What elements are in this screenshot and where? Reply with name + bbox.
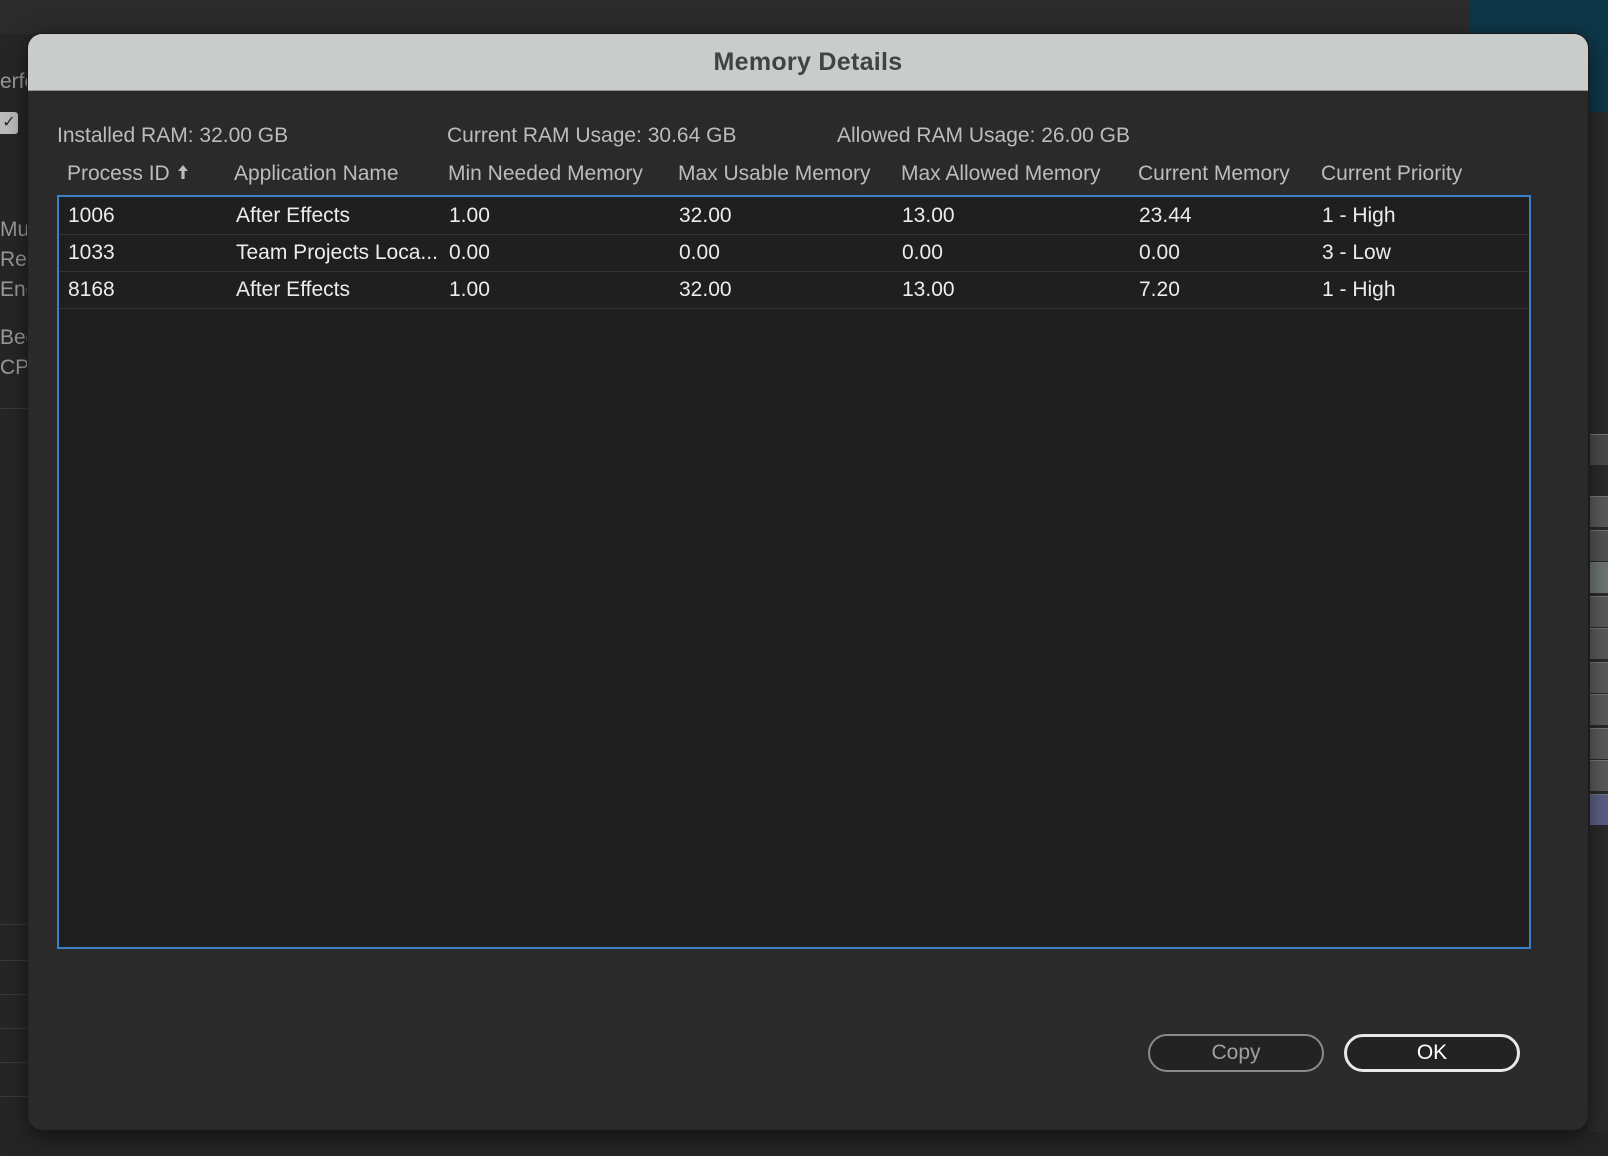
column-header-label: Max Usable Memory bbox=[678, 162, 871, 185]
column-header-min-needed-memory[interactable]: Min Needed Memory bbox=[448, 162, 643, 186]
cell-max-allowed-memory: 13.00 bbox=[902, 278, 955, 301]
cell-current-priority: 1 - High bbox=[1322, 204, 1396, 227]
table-row[interactable]: 1033 Team Projects Loca... 0.00 0.00 0.0… bbox=[59, 234, 1529, 272]
cell-process-id: 8168 bbox=[68, 278, 115, 301]
background-label-fragment: Mul bbox=[0, 218, 30, 241]
cell-process-id: 1006 bbox=[68, 204, 115, 227]
background-label-fragment: Ren bbox=[0, 248, 30, 271]
cell-max-usable-memory: 32.00 bbox=[679, 278, 732, 301]
table-row[interactable]: 8168 After Effects 1.00 32.00 13.00 7.20… bbox=[59, 271, 1529, 309]
column-header-label: Min Needed Memory bbox=[448, 162, 643, 185]
background-bottom-bar bbox=[0, 1132, 1608, 1156]
background-strip bbox=[1590, 794, 1608, 825]
dialog-title-bar[interactable]: Memory Details bbox=[28, 34, 1588, 91]
background-label-fragment: Enc bbox=[0, 278, 30, 301]
cell-process-id: 1033 bbox=[68, 241, 115, 264]
column-header-label: Max Allowed Memory bbox=[901, 162, 1101, 185]
background-strip bbox=[1590, 694, 1608, 725]
background-strip bbox=[1590, 628, 1608, 659]
cell-max-usable-memory: 32.00 bbox=[679, 204, 732, 227]
cell-current-memory: 23.44 bbox=[1139, 204, 1192, 227]
memory-details-dialog: Memory Details Installed RAM: 32.00 GB C… bbox=[28, 34, 1588, 1130]
current-ram-usage-label: Current RAM Usage: 30.64 GB bbox=[447, 124, 737, 147]
cell-application-name: After Effects bbox=[236, 278, 350, 301]
cell-min-needed-memory: 0.00 bbox=[449, 241, 490, 264]
cell-application-name: After Effects bbox=[236, 204, 350, 227]
background-top-bar bbox=[0, 0, 1608, 34]
column-header-current-priority[interactable]: Current Priority bbox=[1321, 162, 1462, 186]
background-strip bbox=[1590, 562, 1608, 593]
cell-min-needed-memory: 1.00 bbox=[449, 204, 490, 227]
cell-max-allowed-memory: 0.00 bbox=[902, 241, 943, 264]
column-header-label: Process ID bbox=[67, 162, 170, 185]
cell-max-allowed-memory: 13.00 bbox=[902, 204, 955, 227]
background-strip bbox=[1590, 596, 1608, 627]
ok-button[interactable]: OK bbox=[1344, 1034, 1520, 1072]
background-strip bbox=[1590, 728, 1608, 759]
background-label-fragment: Bec bbox=[0, 326, 30, 349]
table-row[interactable]: 1006 After Effects 1.00 32.00 13.00 23.4… bbox=[59, 197, 1529, 235]
checkmark-icon: ✓ bbox=[0, 112, 18, 134]
column-header-process-id[interactable]: Process ID bbox=[67, 162, 190, 186]
column-header-label: Current Memory bbox=[1138, 162, 1290, 185]
background-strip bbox=[1590, 496, 1608, 527]
column-header-max-allowed-memory[interactable]: Max Allowed Memory bbox=[901, 162, 1101, 186]
column-header-current-memory[interactable]: Current Memory bbox=[1138, 162, 1290, 186]
allowed-ram-usage-label: Allowed RAM Usage: 26.00 GB bbox=[837, 124, 1130, 147]
cell-max-usable-memory: 0.00 bbox=[679, 241, 720, 264]
column-header-application-name[interactable]: Application Name bbox=[234, 162, 399, 186]
background-strip bbox=[1590, 662, 1608, 693]
background-strip bbox=[1590, 530, 1608, 561]
cell-application-name: Team Projects Loca... bbox=[236, 241, 438, 264]
background-strip bbox=[1590, 434, 1608, 465]
copy-button[interactable]: Copy bbox=[1148, 1034, 1324, 1072]
cell-current-priority: 3 - Low bbox=[1322, 241, 1391, 264]
installed-ram-label: Installed RAM: 32.00 GB bbox=[57, 124, 289, 147]
dialog-title: Memory Details bbox=[713, 47, 903, 76]
column-header-label: Application Name bbox=[234, 162, 399, 185]
cell-current-memory: 0.00 bbox=[1139, 241, 1180, 264]
background-label-fragment: erfo bbox=[0, 70, 30, 93]
cell-min-needed-memory: 1.00 bbox=[449, 278, 490, 301]
sort-ascending-icon bbox=[176, 165, 190, 183]
background-label-fragment: CPU bbox=[0, 356, 30, 379]
background-strip bbox=[1590, 760, 1608, 791]
cell-current-memory: 7.20 bbox=[1139, 278, 1180, 301]
column-header-max-usable-memory[interactable]: Max Usable Memory bbox=[678, 162, 871, 186]
cell-current-priority: 1 - High bbox=[1322, 278, 1396, 301]
column-header-label: Current Priority bbox=[1321, 162, 1463, 185]
process-table[interactable]: 1006 After Effects 1.00 32.00 13.00 23.4… bbox=[57, 195, 1531, 949]
